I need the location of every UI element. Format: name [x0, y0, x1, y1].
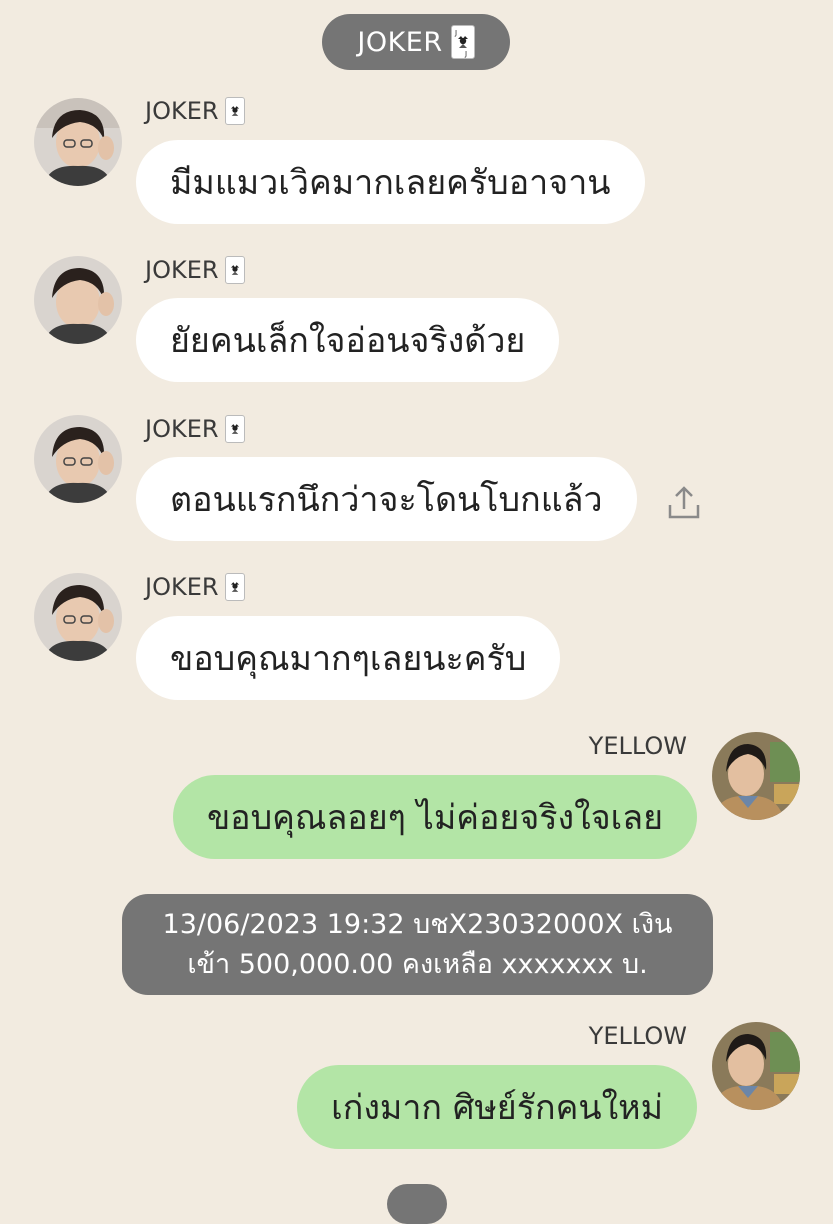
avatar-joker[interactable]: [34, 256, 122, 344]
avatar-yellow[interactable]: [712, 732, 800, 820]
message-bubble-incoming[interactable]: ยัยคนเล็กใจอ่อนจริงด้วย: [136, 298, 560, 382]
sender-name: JOKER: [145, 415, 245, 443]
joker-card-icon: [224, 256, 245, 284]
notification-line: เข้า 500,000.00 คงเหลือ xxxxxxx บ.: [187, 948, 648, 980]
message-bubble-incoming[interactable]: ขอบคุณมากๆเลยนะครับ: [136, 616, 561, 700]
sender-label: JOKER: [145, 256, 219, 284]
sender-name: YELLOW: [589, 1022, 687, 1050]
message-text: มีมแมวเวิคมากเลยครับอาจาน: [170, 163, 611, 203]
message-bubble-incoming[interactable]: ตอนแรกนึกว่าจะโดนโบกแล้ว: [136, 457, 637, 541]
avatar-joker[interactable]: [34, 573, 122, 661]
avatar-yellow[interactable]: [712, 1022, 800, 1110]
message-bubble-outgoing[interactable]: เก่งมาก ศิษย์รักคนใหม่: [297, 1065, 697, 1149]
sender-label: YELLOW: [588, 1022, 687, 1050]
scroll-indicator: [387, 1184, 447, 1224]
transaction-notification: 13/06/2023 19:32 บชX23032000X เงิน เข้า …: [122, 894, 713, 995]
sender-label: JOKER: [145, 97, 219, 125]
joker-card-icon: J J: [450, 25, 475, 59]
chat-title-pill[interactable]: JOKER J J: [322, 14, 510, 70]
svg-text:J: J: [454, 29, 458, 37]
sender-name: JOKER: [145, 97, 245, 125]
notification-line: 13/06/2023 19:32 บชX23032000X เงิน: [162, 908, 673, 940]
message-text: ขอบคุณลอยๆ ไม่ค่อยจริงใจเลย: [206, 798, 663, 838]
sender-label: JOKER: [145, 415, 219, 443]
sender-label: JOKER: [145, 573, 219, 601]
message-text: ขอบคุณมากๆเลยนะครับ: [170, 639, 527, 679]
message-text: เก่งมาก ศิษย์รักคนใหม่: [331, 1088, 663, 1128]
message-bubble-incoming[interactable]: มีมแมวเวิคมากเลยครับอาจาน: [136, 140, 645, 224]
sender-name: YELLOW: [589, 732, 687, 760]
message-text: ตอนแรกนึกว่าจะโดนโบกแล้ว: [170, 480, 603, 520]
joker-card-icon: [224, 573, 245, 601]
joker-card-icon: [224, 97, 245, 125]
message-text: ยัยคนเล็กใจอ่อนจริงด้วย: [170, 321, 526, 361]
sender-label: YELLOW: [588, 732, 687, 760]
joker-card-icon: [224, 415, 245, 443]
message-bubble-outgoing[interactable]: ขอบคุณลอยๆ ไม่ค่อยจริงใจเลย: [172, 775, 697, 859]
avatar-joker[interactable]: [34, 415, 122, 503]
svg-text:J: J: [464, 50, 468, 58]
avatar-joker[interactable]: [34, 98, 122, 186]
share-icon[interactable]: [664, 483, 704, 523]
sender-name: JOKER: [145, 256, 245, 284]
sender-name: JOKER: [145, 573, 245, 601]
chat-title: JOKER: [357, 26, 443, 58]
